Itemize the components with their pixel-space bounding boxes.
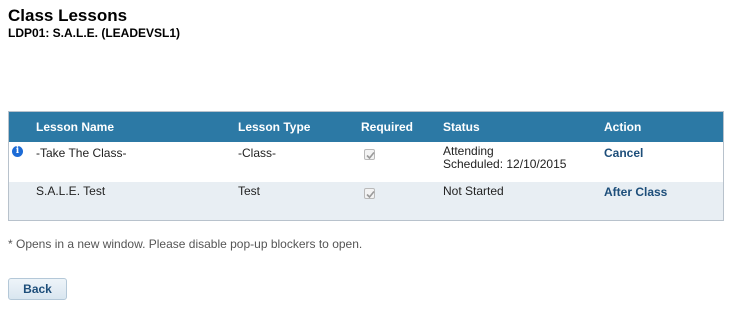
info-icon[interactable]: i (12, 146, 23, 157)
lesson-name: S.A.L.E. Test (36, 184, 106, 198)
column-header-lesson-type: Lesson Type (238, 120, 311, 134)
lesson-type: -Class- (238, 146, 276, 160)
column-header-action: Action (604, 120, 642, 134)
lesson-name: -Take The Class- (36, 146, 127, 160)
popup-footnote: * Opens in a new window. Please disable … (8, 237, 363, 251)
after-class-link[interactable]: After Class (604, 185, 667, 199)
column-header-status: Status (443, 120, 480, 134)
column-header-lesson-name: Lesson Name (36, 120, 115, 134)
column-header-required: Required (361, 120, 414, 134)
page-subtitle: LDP01: S.A.L.E. (LEADEVSL1) (8, 26, 181, 40)
table-header: Lesson Name Lesson Type Required Status … (9, 112, 723, 142)
table-row: S.A.L.E. Test Test Not Started After Cla… (9, 182, 723, 220)
table-row: i -Take The Class- -Class- Attending Sch… (9, 142, 723, 182)
lessons-table: Lesson Name Lesson Type Required Status … (8, 111, 724, 221)
required-checkbox (364, 149, 375, 160)
status-text: Not Started (443, 184, 504, 198)
required-checkbox (364, 188, 375, 199)
lesson-type: Test (238, 184, 261, 198)
back-button[interactable]: Back (8, 278, 67, 300)
cancel-link[interactable]: Cancel (604, 146, 643, 160)
page-title: Class Lessons (8, 6, 128, 25)
scheduled-date: Scheduled: 12/10/2015 (443, 157, 567, 171)
